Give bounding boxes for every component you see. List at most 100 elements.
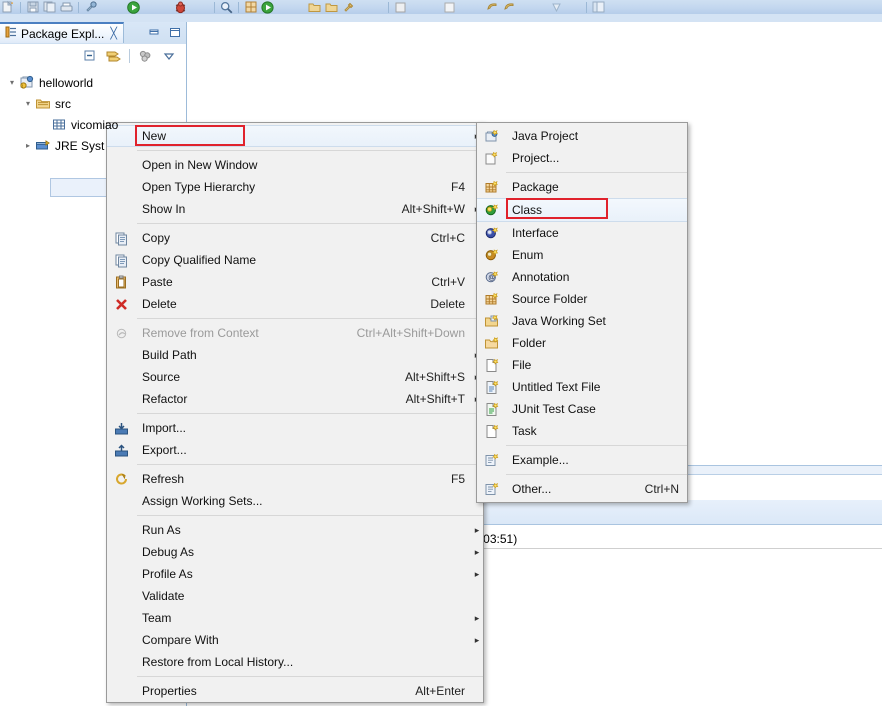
collapse-all-icon[interactable] (81, 47, 99, 65)
menu-item-properties[interactable]: Properties Alt+Enter (107, 680, 483, 702)
close-icon[interactable]: ╳ (110, 27, 117, 40)
menu-item-refactor[interactable]: RefactorAlt+Shift+T▸ (107, 388, 483, 410)
submenu-item-annotation[interactable]: @ Annotation (477, 266, 687, 288)
menu-item-debug-as[interactable]: Debug As ▸ (107, 541, 483, 563)
submenu-item-java-working-set[interactable]: Java Working Set (477, 310, 687, 332)
forward-icon[interactable] (501, 1, 518, 14)
menu-item-no-icon (107, 367, 136, 387)
pin-icon[interactable] (548, 1, 565, 14)
submenu-item-project[interactable]: Project... (477, 147, 687, 169)
build-icon[interactable] (82, 1, 99, 14)
menu-item-shortcut: Alt+Enter (415, 684, 465, 698)
submenu-item-enum[interactable]: Enum (477, 244, 687, 266)
package-explorer-toolbar[interactable] (0, 44, 186, 68)
context-menu-items[interactable]: New▸Open in New WindowOpen Type Hierarch… (107, 125, 483, 702)
debug-icon[interactable] (172, 1, 189, 14)
new-folder-icon (477, 333, 506, 353)
new-java-class-icon[interactable] (323, 1, 340, 14)
menu-item-no-icon (107, 155, 136, 175)
menu-item-restore-from-local-history[interactable]: Restore from Local History... (107, 651, 483, 673)
menu-item-compare-with[interactable]: Compare With ▸ (107, 629, 483, 651)
menu-item-run-as[interactable]: Run As ▸ (107, 519, 483, 541)
tree-item-package[interactable]: vicomiao (0, 114, 186, 135)
menu-item-open-in-new-window[interactable]: Open in New Window (107, 154, 483, 176)
menu-item-remove-from-context[interactable]: Remove from Context Ctrl+Alt+Shift+Down (107, 322, 483, 344)
menu-separator (136, 413, 483, 414)
submenu-item-source-folder[interactable]: Source Folder (477, 288, 687, 310)
menu-item-shortcut: F4 (450, 180, 465, 194)
new-java-package-icon[interactable] (306, 1, 323, 14)
menu-item-refresh[interactable]: Refresh F5 (107, 468, 483, 490)
menu-item-source[interactable]: SourceAlt+Shift+S▸ (107, 366, 483, 388)
new-source-folder-icon (477, 289, 506, 309)
minimize-button[interactable] (145, 24, 163, 41)
new-submenu-items[interactable]: Java Project Project... Package Class Interf… (477, 125, 687, 500)
menu-item-import[interactable]: Import... (107, 417, 483, 439)
toolbar-separator (586, 1, 587, 13)
new-annotation-icon[interactable] (340, 1, 357, 14)
menu-item-label: Delete (142, 297, 177, 311)
new-file-icon (477, 355, 506, 375)
main-toolbar[interactable] (0, 0, 882, 15)
chevron-right-icon[interactable]: ▸ (22, 141, 34, 150)
chevron-down-icon[interactable]: ▾ (22, 99, 34, 108)
menu-item-assign-working-sets[interactable]: Assign Working Sets... (107, 490, 483, 512)
submenu-item-java-project[interactable]: Java Project (477, 125, 687, 147)
next-annotation-icon[interactable] (392, 1, 409, 14)
menu-item-label: Remove from Context (142, 326, 259, 340)
submenu-item-class[interactable]: Class (477, 198, 687, 222)
submenu-item-interface[interactable]: Interface (477, 222, 687, 244)
new-example-icon (477, 450, 506, 470)
menu-item-build-path[interactable]: Build Path▸ (107, 344, 483, 366)
chevron-down-icon[interactable]: ▾ (6, 78, 18, 87)
submenu-item-shortcut: Ctrl+N (644, 482, 679, 496)
perspective-icon[interactable] (590, 1, 607, 14)
tree-item-project[interactable]: ▾ ! helloworld (0, 72, 186, 93)
view-menu-icon[interactable] (160, 47, 178, 65)
maximize-button[interactable] (166, 24, 184, 41)
menu-separator (136, 150, 483, 151)
menu-item-show-in[interactable]: Show InAlt+Shift+W▸ (107, 198, 483, 220)
save-icon[interactable] (24, 1, 41, 14)
submenu-item-label: Annotation (512, 270, 570, 284)
tree-item-source-folder[interactable]: ▾ src (0, 93, 186, 114)
run-last-icon[interactable] (259, 0, 276, 14)
menu-item-paste[interactable]: Paste Ctrl+V (107, 271, 483, 293)
submenu-item-junit-test-case[interactable]: JUnit Test Case (477, 398, 687, 420)
context-menu[interactable]: New▸Open in New WindowOpen Type Hierarch… (106, 122, 484, 703)
menu-item-open-type-hierarchy[interactable]: Open Type Hierarchy F4 (107, 176, 483, 198)
open-type-icon[interactable] (242, 1, 259, 14)
menu-item-team[interactable]: Team ▸ (107, 607, 483, 629)
menu-item-delete[interactable]: Delete Delete (107, 293, 483, 315)
new-task-icon (477, 421, 506, 441)
submenu-item-untitled-text-file[interactable]: Untitled Text File (477, 376, 687, 398)
submenu-item-other[interactable]: Other... Ctrl+N (477, 478, 687, 500)
new-submenu[interactable]: Java Project Project... Package Class Interf… (476, 122, 688, 503)
menu-item-profile-as[interactable]: Profile As ▸ (107, 563, 483, 585)
submenu-item-folder[interactable]: Folder (477, 332, 687, 354)
menu-item-copy-qualified-name[interactable]: Copy Qualified Name (107, 249, 483, 271)
new-java-working-set-icon (477, 311, 506, 331)
menu-item-shortcut: Ctrl+Alt+Shift+Down (356, 326, 465, 340)
copy-qualified-name-icon (107, 250, 136, 270)
print-icon[interactable] (58, 1, 75, 14)
save-all-icon[interactable] (41, 1, 58, 14)
previous-annotation-icon[interactable] (441, 1, 458, 14)
new-wizard-icon[interactable] (0, 0, 17, 14)
new-project-icon (477, 148, 506, 168)
menu-item-copy[interactable]: Copy Ctrl+C (107, 227, 483, 249)
menu-item-export[interactable]: Export... (107, 439, 483, 461)
link-with-editor-icon[interactable] (105, 47, 123, 65)
menu-item-label: Import... (142, 421, 187, 435)
submenu-item-example[interactable]: Example... (477, 449, 687, 471)
menu-item-validate[interactable]: Validate (107, 585, 483, 607)
tab-package-explorer[interactable]: Package Expl... ╳ (0, 22, 125, 43)
back-icon[interactable] (484, 1, 501, 14)
run-icon[interactable] (125, 0, 142, 14)
submenu-item-package[interactable]: Package (477, 176, 687, 198)
menu-item-label: Properties (142, 684, 197, 698)
submenu-item-file[interactable]: File (477, 354, 687, 376)
submenu-item-task[interactable]: Task (477, 420, 687, 442)
search-icon[interactable] (218, 1, 235, 14)
focus-on-active-task-icon[interactable] (136, 47, 154, 65)
